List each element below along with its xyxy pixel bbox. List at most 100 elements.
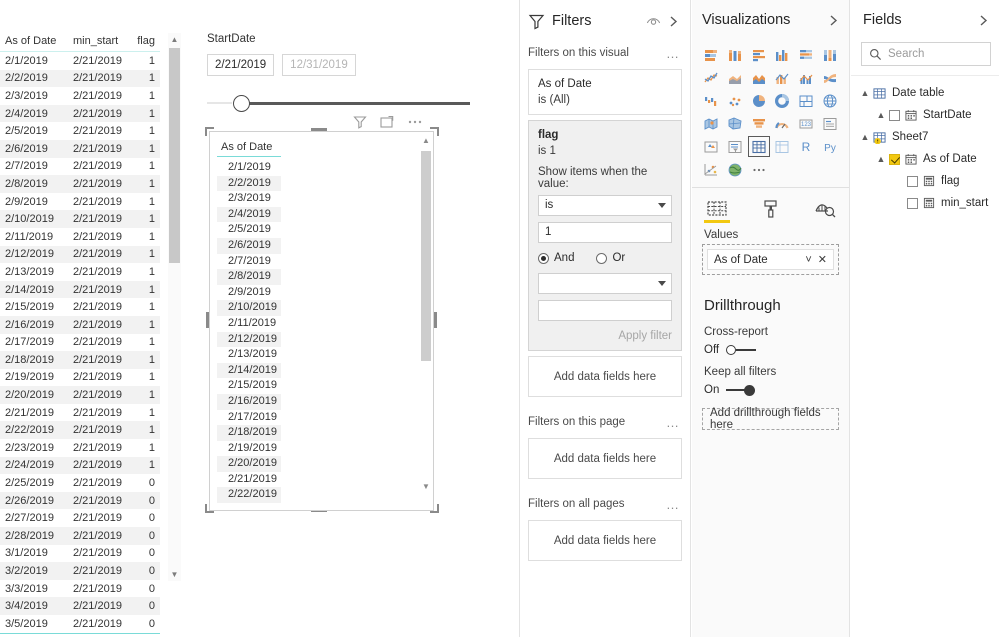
list-item[interactable]: 2/13/2019 bbox=[217, 347, 281, 363]
table-row[interactable]: 2/2/2019 2/21/2019 1 bbox=[0, 69, 160, 88]
waterfall-chart-icon[interactable] bbox=[700, 90, 722, 111]
apply-filter-button[interactable]: Apply filter bbox=[538, 330, 672, 342]
ribbon-chart-icon[interactable] bbox=[819, 67, 841, 88]
filter-operator-1-select[interactable]: is bbox=[538, 195, 672, 216]
visual-filter-dropzone[interactable]: Add data fields here bbox=[528, 356, 682, 397]
list-item[interactable]: 2/21/2019 bbox=[217, 472, 281, 488]
filter-card-as-of-date[interactable]: As of Date is (All) bbox=[528, 69, 682, 115]
line-chart-icon[interactable] bbox=[700, 67, 722, 88]
filled-map-icon[interactable] bbox=[700, 113, 722, 134]
filter-value-1-input[interactable]: 1 bbox=[538, 222, 672, 243]
left-table-col-1[interactable]: min_start bbox=[68, 35, 130, 47]
table-row[interactable]: 2/16/2019 2/21/2019 1 bbox=[0, 315, 160, 334]
tab-analytics[interactable] bbox=[810, 196, 840, 221]
clustered-bar-chart-icon[interactable] bbox=[748, 44, 770, 65]
table-row[interactable]: 2/7/2019 2/21/2019 1 bbox=[0, 158, 160, 176]
table-row[interactable]: 3/2/2019 2/21/2019 0 bbox=[0, 562, 160, 580]
values-well[interactable]: As of Date ˅ ✕ bbox=[702, 244, 839, 275]
table-row[interactable]: 2/1/2019 2/21/2019 1 bbox=[0, 52, 160, 70]
table-row[interactable]: 2/25/2019 2/21/2019 0 bbox=[0, 474, 160, 492]
card-icon[interactable]: 123 bbox=[795, 113, 817, 134]
checkbox-unchecked[interactable] bbox=[907, 175, 918, 187]
chevron-up-icon[interactable]: ▲ bbox=[873, 110, 889, 120]
list-item[interactable]: 2/9/2019 bbox=[217, 285, 281, 301]
table-row[interactable]: 2/19/2019 2/21/2019 1 bbox=[0, 369, 160, 387]
gauge-chart-icon[interactable] bbox=[772, 113, 794, 134]
list-item[interactable]: 2/10/2019 bbox=[217, 300, 281, 316]
fields-tree-item-as-of-date[interactable]: ▲ As of Date bbox=[851, 148, 999, 170]
list-item[interactable]: 2/2/2019 bbox=[217, 175, 281, 192]
list-item[interactable]: 2/4/2019 bbox=[217, 206, 281, 223]
chevron-up-icon[interactable]: ▲ bbox=[873, 154, 889, 164]
chevron-down-icon[interactable]: ˅ bbox=[805, 254, 811, 266]
scrollbar-thumb[interactable] bbox=[169, 48, 180, 263]
checkbox-checked[interactable] bbox=[889, 153, 900, 165]
table-row[interactable]: 2/22/2019 2/21/2019 1 bbox=[0, 421, 160, 440]
tab-format[interactable] bbox=[756, 196, 786, 221]
table-row[interactable]: 2/9/2019 2/21/2019 1 bbox=[0, 193, 160, 211]
arcgis-map-icon[interactable] bbox=[724, 159, 746, 180]
fields-tree-item-startdate[interactable]: ▲ StartDate bbox=[851, 104, 999, 126]
filter-or-radio[interactable]: Or bbox=[596, 252, 625, 264]
filter-value-2-input[interactable] bbox=[538, 300, 672, 321]
table-row[interactable]: 2/13/2019 2/21/2019 1 bbox=[0, 263, 160, 281]
shape-map-icon[interactable] bbox=[724, 113, 746, 134]
slider-handle[interactable] bbox=[233, 95, 250, 112]
table-icon[interactable] bbox=[747, 136, 770, 157]
key-influencers-icon[interactable] bbox=[700, 159, 722, 180]
list-item[interactable]: 2/6/2019 bbox=[217, 237, 281, 254]
list-item[interactable]: 2/15/2019 bbox=[217, 378, 281, 394]
list-item[interactable]: 2/14/2019 bbox=[217, 362, 281, 379]
clustered-column-chart-icon[interactable] bbox=[772, 44, 794, 65]
pie-chart-icon[interactable] bbox=[748, 90, 770, 111]
fields-tree-item-min_start[interactable]: min_start bbox=[851, 192, 999, 214]
table-row[interactable]: 2/28/2019 2/21/2019 0 bbox=[0, 527, 160, 545]
stacked-bar-chart-icon[interactable] bbox=[700, 44, 722, 65]
stacked-area-chart-icon[interactable] bbox=[748, 67, 770, 88]
table-row[interactable]: 2/26/2019 2/21/2019 0 bbox=[0, 491, 160, 510]
table-row[interactable]: 2/6/2019 2/21/2019 1 bbox=[0, 139, 160, 158]
drillthrough-dropzone[interactable]: Add drillthrough fields here bbox=[702, 407, 839, 431]
list-item[interactable]: 2/22/2019 bbox=[217, 487, 281, 504]
table-row[interactable]: 3/3/2019 2/21/2019 0 bbox=[0, 580, 160, 598]
scroll-up-arrow-icon[interactable]: ▲ bbox=[420, 135, 432, 147]
table-row[interactable]: 3/5/2019 2/21/2019 0 bbox=[0, 615, 160, 633]
slicer-end-input[interactable]: 12/31/2019 bbox=[282, 54, 356, 76]
slicer-slider[interactable] bbox=[207, 94, 470, 112]
hundred-percent-stacked-bar-icon[interactable] bbox=[795, 44, 817, 65]
checkbox-unchecked[interactable] bbox=[889, 109, 900, 121]
chevron-up-icon[interactable]: ▲ bbox=[857, 132, 873, 142]
collapse-visualizations-pane-chevron-icon[interactable] bbox=[827, 14, 840, 27]
funnel-chart-icon[interactable] bbox=[748, 113, 770, 134]
list-item[interactable]: 2/20/2019 bbox=[217, 456, 281, 472]
section-more-options-icon[interactable]: … bbox=[666, 415, 680, 430]
table-row[interactable]: 2/17/2019 2/21/2019 1 bbox=[0, 334, 160, 352]
filter-and-radio[interactable]: And bbox=[538, 252, 574, 264]
focus-mode-icon[interactable] bbox=[380, 115, 394, 129]
fields-tree-item-sheet7[interactable]: ▲ Sheet7 bbox=[851, 126, 999, 148]
values-field-chip[interactable]: As of Date ˅ ✕ bbox=[707, 249, 834, 270]
map-icon[interactable] bbox=[819, 90, 841, 111]
list-item[interactable]: 2/18/2019 bbox=[217, 425, 281, 441]
checkbox-unchecked[interactable] bbox=[907, 197, 918, 209]
filter-icon[interactable] bbox=[353, 115, 367, 129]
r-script-visual-icon[interactable]: R bbox=[795, 136, 817, 157]
table-row[interactable]: 3/1/2019 2/21/2019 0 bbox=[0, 545, 160, 563]
as-of-date-table-visual[interactable]: As of Date 2/1/2019 2/2/2019 2/3/2019 2/4/2… bbox=[209, 131, 434, 511]
line-stacked-column-icon[interactable] bbox=[772, 67, 794, 88]
all-pages-filter-dropzone[interactable]: Add data fields here bbox=[528, 520, 682, 561]
list-item[interactable]: 2/12/2019 bbox=[217, 331, 281, 348]
page-filter-dropzone[interactable]: Add data fields here bbox=[528, 438, 682, 479]
scatter-chart-icon[interactable] bbox=[724, 90, 746, 111]
table-row[interactable]: 2/3/2019 2/21/2019 1 bbox=[0, 87, 160, 105]
list-item[interactable]: 2/11/2019 bbox=[217, 316, 281, 332]
table-row[interactable]: 2/14/2019 2/21/2019 1 bbox=[0, 280, 160, 299]
stacked-column-chart-icon[interactable] bbox=[724, 44, 746, 65]
section-more-options-icon[interactable]: … bbox=[666, 46, 680, 61]
slicer-icon[interactable] bbox=[724, 136, 746, 157]
scroll-down-arrow-icon[interactable]: ▼ bbox=[168, 568, 181, 581]
more-options-icon[interactable] bbox=[748, 159, 770, 180]
collapse-fields-pane-chevron-icon[interactable] bbox=[977, 14, 990, 27]
table-visual-column-header[interactable]: As of Date bbox=[217, 139, 281, 157]
filter-operator-2-select[interactable] bbox=[538, 273, 672, 294]
